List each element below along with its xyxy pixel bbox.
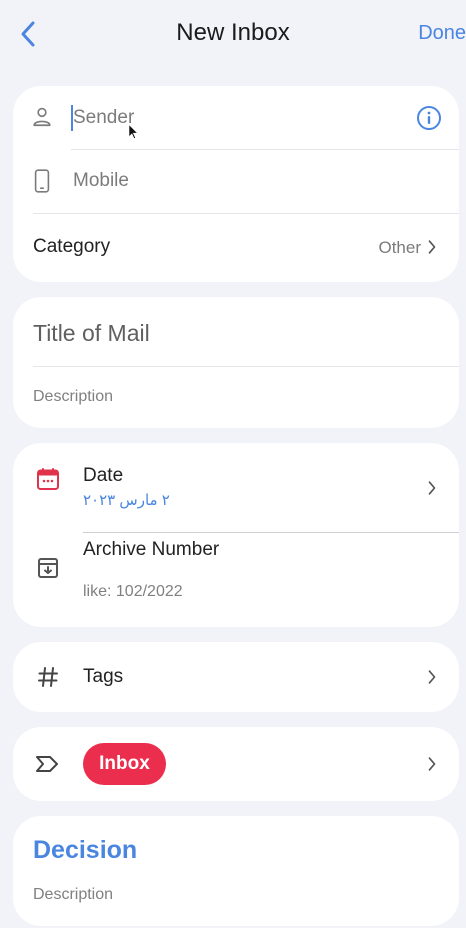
category-row[interactable]: Category Other xyxy=(13,214,459,282)
tags-card[interactable]: Tags xyxy=(13,642,459,712)
chevron-right-icon xyxy=(428,481,436,495)
date-value: ٢ مارس ٢٠٢٣ xyxy=(83,492,170,509)
chevron-right-icon xyxy=(428,670,436,684)
mobile-input[interactable]: Mobile xyxy=(73,170,129,192)
mail-card: Title of Mail Description xyxy=(13,297,459,428)
decision-card: Decision Description xyxy=(13,816,459,926)
calendar-icon xyxy=(37,468,59,490)
archive-row[interactable]: Archive Number like: 102/2022 xyxy=(13,533,459,627)
category-value: Other xyxy=(378,238,421,257)
archive-label: Archive Number xyxy=(83,539,220,560)
mobile-row[interactable]: Mobile xyxy=(13,150,459,214)
decision-description-input[interactable]: Description xyxy=(33,886,113,904)
mail-title-input[interactable]: Title of Mail xyxy=(33,320,150,347)
contact-card: Sender Mobile Category Other xyxy=(13,86,459,282)
archive-icon xyxy=(38,558,58,578)
mail-description-input[interactable]: Description xyxy=(33,388,113,406)
chevron-right-icon xyxy=(428,757,436,771)
category-label: Category xyxy=(33,236,111,257)
tags-label: Tags xyxy=(83,666,124,687)
sender-input[interactable]: Sender xyxy=(73,107,134,129)
nav-bar: New Inbox Done xyxy=(0,0,466,70)
hashtag-icon xyxy=(38,667,58,687)
phone-icon xyxy=(34,169,50,193)
person-icon xyxy=(33,107,51,127)
info-icon[interactable] xyxy=(416,105,442,131)
done-button[interactable]: Done xyxy=(418,22,466,45)
sender-row[interactable]: Sender xyxy=(13,86,459,150)
decision-title: Decision xyxy=(33,836,138,864)
date-label: Date xyxy=(83,465,124,486)
page-title: New Inbox xyxy=(176,19,290,46)
archive-number-input[interactable]: like: 102/2022 xyxy=(83,583,183,601)
divider xyxy=(33,366,459,367)
mouse-pointer-icon xyxy=(128,123,139,140)
status-badge[interactable]: Inbox xyxy=(83,743,166,785)
date-row[interactable]: Date ٢ مارس ٢٠٢٣ xyxy=(13,443,459,533)
chevron-right-icon xyxy=(428,240,436,254)
status-card[interactable]: Inbox xyxy=(13,727,459,801)
details-card: Date ٢ مارس ٢٠٢٣ Archive Number like: 10… xyxy=(13,443,459,627)
label-tag-icon xyxy=(36,756,58,772)
